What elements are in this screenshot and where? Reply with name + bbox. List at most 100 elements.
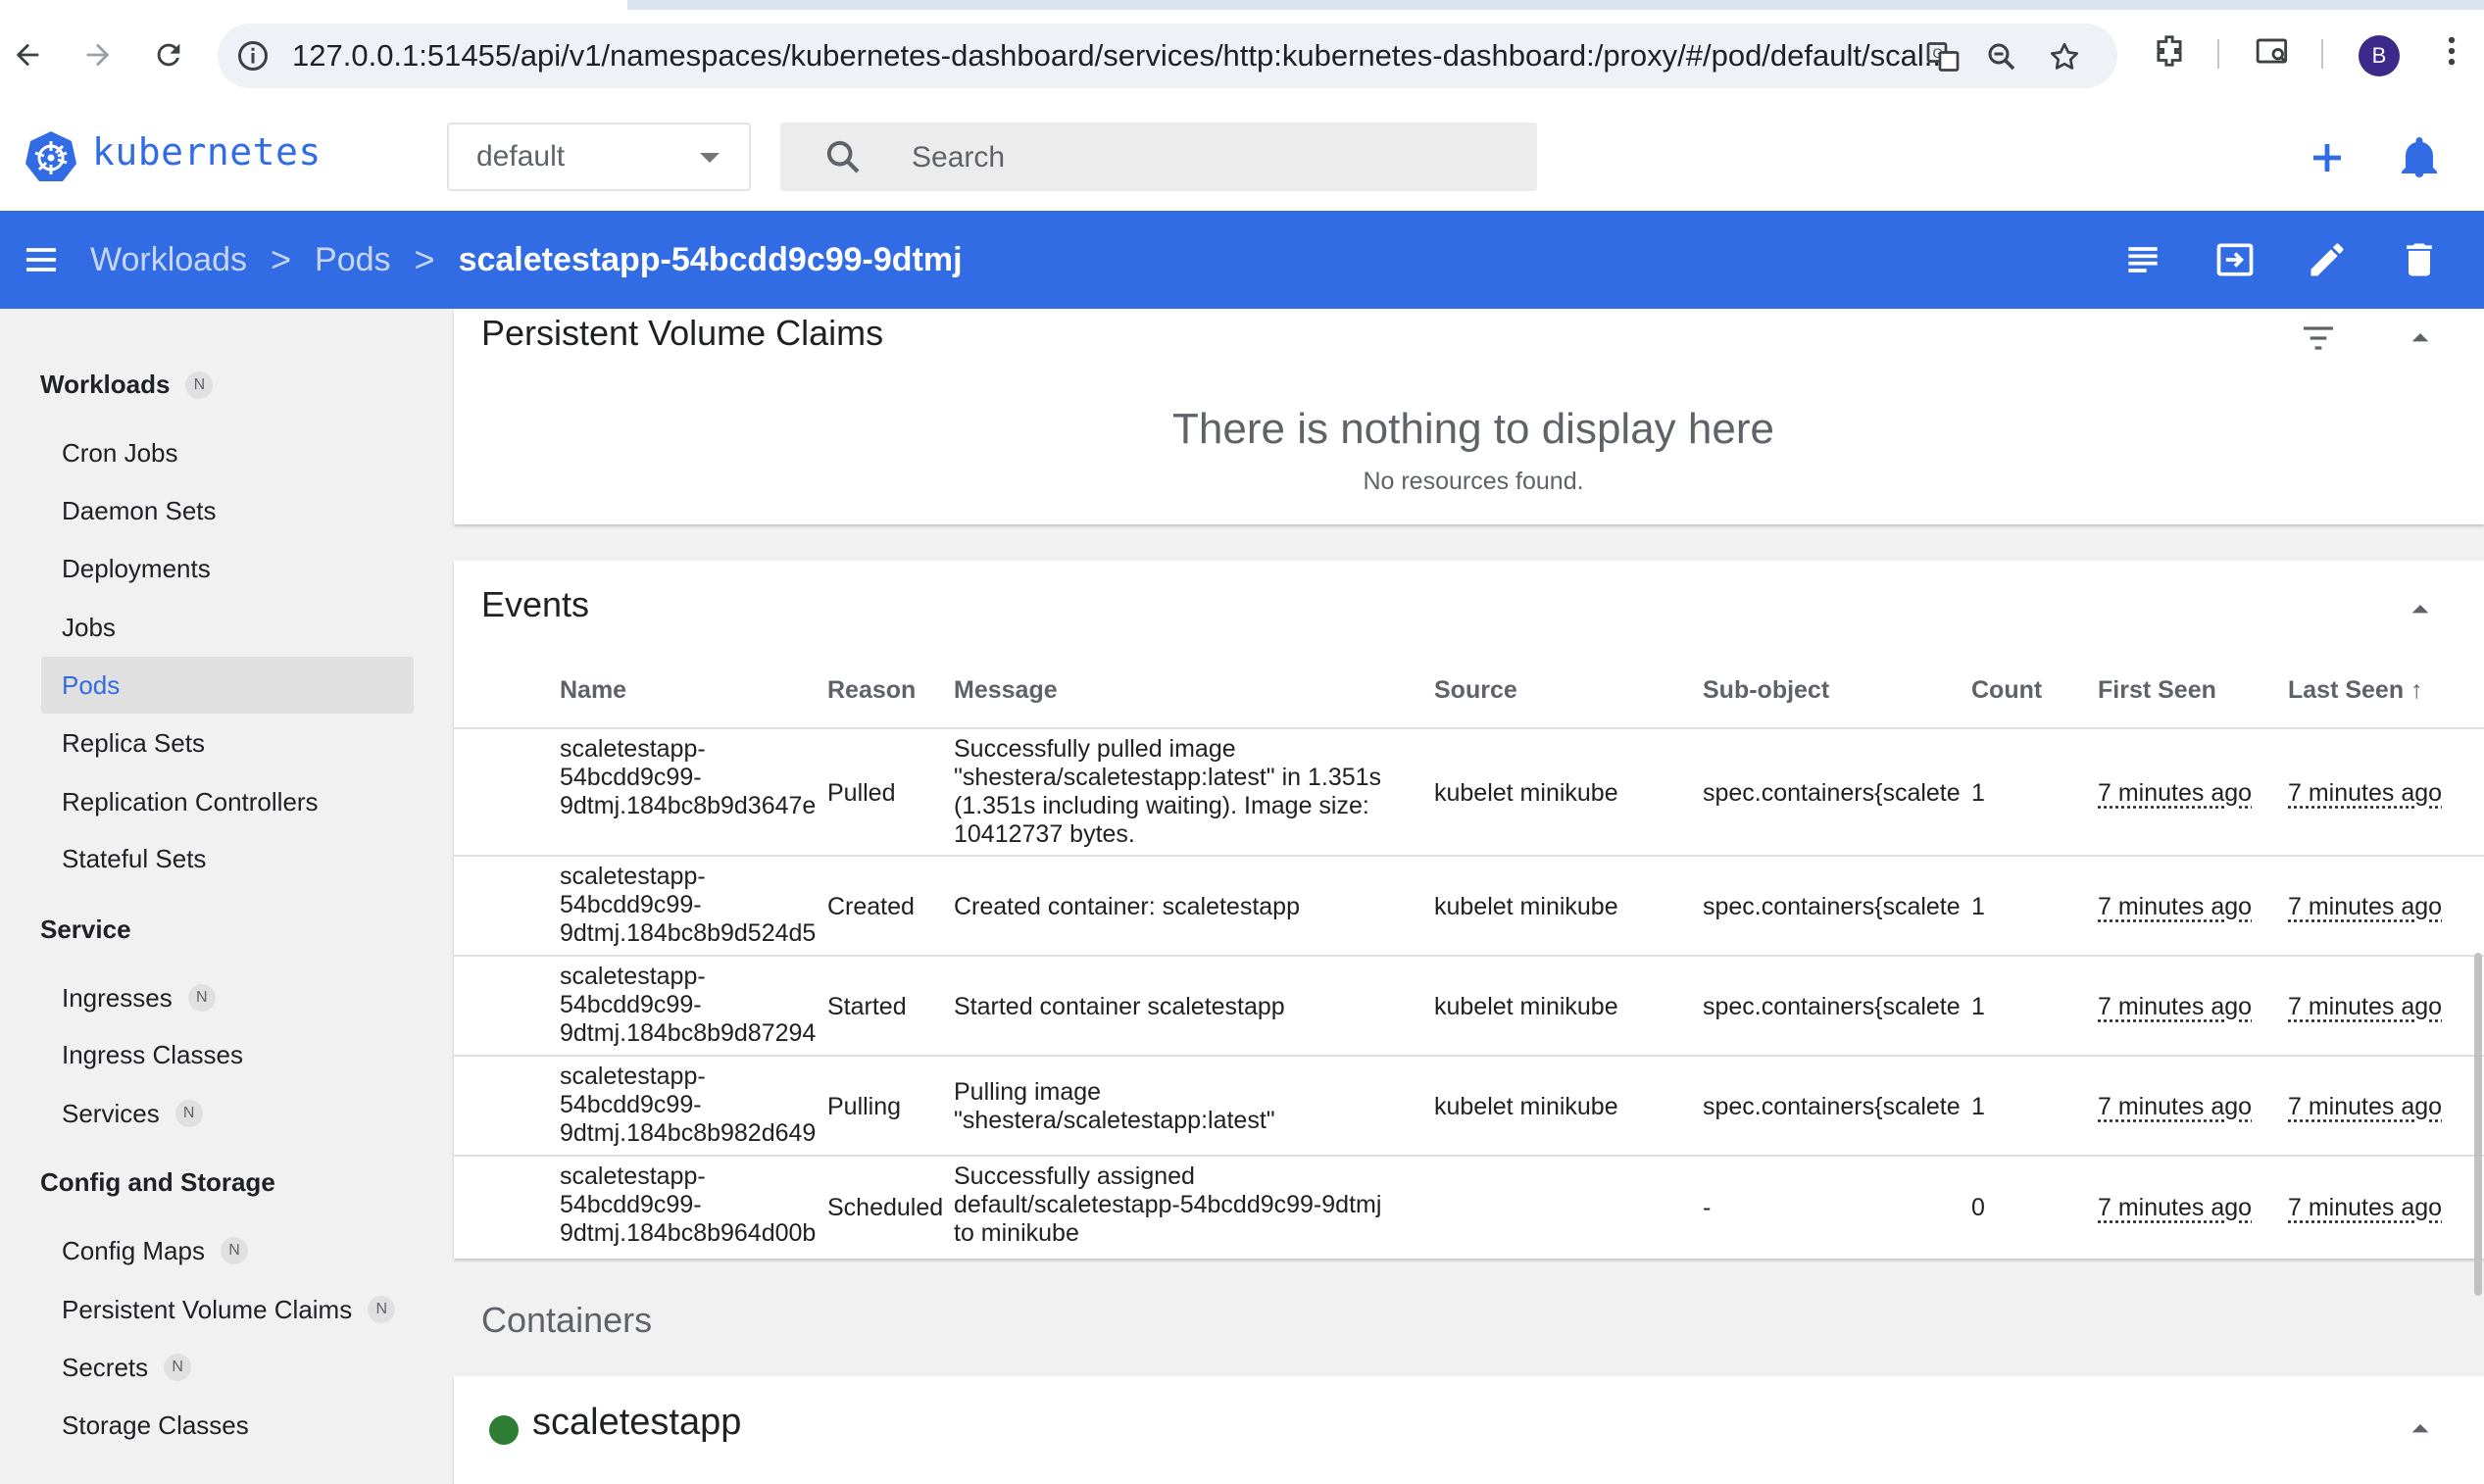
message-line: Successfully pulled image: [954, 735, 1236, 763]
event-last-seen[interactable]: 7 minutes ago: [2288, 1157, 2442, 1259]
event-name-line: 54bcdd9c99-: [560, 1191, 702, 1218]
event-name[interactable]: scaletestapp- 54bcdd9c99- 9dtmj.184bc8b9d5…: [560, 863, 816, 948]
app-header: kubernetes default: [0, 103, 2484, 211]
sidebar-item-config-maps[interactable]: Config Maps N: [41, 1222, 414, 1279]
namespaced-badge: N: [220, 1237, 248, 1264]
nav-section-label: Workloads: [40, 370, 171, 399]
event-last-seen[interactable]: 7 minutes ago: [2288, 729, 2442, 857]
kubernetes-logo-icon[interactable]: [24, 129, 78, 184]
collapse-arrow-icon[interactable]: [2401, 319, 2440, 358]
column-header-name[interactable]: Name: [560, 676, 626, 705]
event-last-seen[interactable]: 7 minutes ago: [2288, 1057, 2442, 1157]
filter-icon[interactable]: [2299, 319, 2338, 358]
breadcrumb-workloads[interactable]: Workloads: [90, 241, 247, 279]
reload-icon: [157, 43, 180, 67]
column-header-first-seen[interactable]: First Seen: [2098, 676, 2216, 705]
sidebar-item-label: Replication Controllers: [62, 787, 319, 816]
event-name-line: 9dtmj.184bc8b964d00b: [560, 1219, 817, 1247]
nav-section-workloads[interactable]: Workloads N: [40, 370, 214, 400]
extensions-icon[interactable]: [2151, 32, 2188, 70]
logs-icon[interactable]: [2121, 238, 2164, 281]
breadcrumb-pods[interactable]: Pods: [315, 241, 391, 279]
event-first-seen[interactable]: 7 minutes ago: [2098, 957, 2252, 1057]
event-first-seen[interactable]: 7 minutes ago: [2098, 1057, 2252, 1157]
sidebar-item-cron-jobs[interactable]: Cron Jobs: [41, 424, 414, 481]
sort-arrow-icon: ↑: [2410, 676, 2423, 704]
profile-avatar[interactable]: B: [2359, 35, 2400, 76]
event-count: 1: [1971, 892, 1985, 920]
events-card: Events Name Reason Message Source Sub-ob…: [454, 561, 2484, 1259]
page-scrollbar[interactable]: [2474, 953, 2482, 1296]
event-count: 1: [1971, 778, 1985, 807]
url-text[interactable]: 127.0.0.1:51455/api/v1/namespaces/kubern…: [292, 24, 2135, 88]
hamburger-menu-icon[interactable]: [22, 240, 61, 279]
event-name[interactable]: scaletestapp- 54bcdd9c99- 9dtmj.184bc8b964…: [560, 1162, 816, 1248]
translate-icon[interactable]: G: [1925, 39, 1961, 74]
arrow-left-icon: [16, 43, 39, 67]
event-first-seen[interactable]: 7 minutes ago: [2098, 729, 2252, 857]
event-last-seen[interactable]: 7 minutes ago: [2288, 857, 2442, 957]
sidebar-item-label: Stateful Sets: [62, 844, 207, 873]
create-resource-icon[interactable]: [2304, 134, 2351, 181]
event-name[interactable]: scaletestapp- 54bcdd9c99- 9dtmj.184bc8b982…: [560, 1063, 816, 1148]
collapse-arrow-icon[interactable]: [2401, 1410, 2440, 1449]
notifications-bell-icon[interactable]: [2396, 134, 2443, 181]
event-last-seen[interactable]: 7 minutes ago: [2288, 957, 2442, 1057]
sidebar-item-ingress-classes[interactable]: Ingress Classes: [41, 1026, 414, 1083]
column-header-reason[interactable]: Reason: [827, 676, 916, 705]
column-header-count[interactable]: Count: [1971, 676, 2042, 705]
event-count: 1: [1971, 992, 1985, 1020]
search-bar[interactable]: [780, 123, 1537, 193]
column-header-sub-object[interactable]: Sub-object: [1703, 676, 1829, 705]
event-name[interactable]: scaletestapp- 54bcdd9c99- 9dtmj.184bc8b9d8…: [560, 963, 816, 1048]
nav-section-service[interactable]: Service: [40, 915, 131, 945]
nav-section-config-and-storage[interactable]: Config and Storage: [40, 1167, 275, 1198]
message-line: "shestera/scaletestapp:latest": [954, 1107, 1275, 1134]
sidebar-item-replica-sets[interactable]: Replica Sets: [41, 715, 414, 771]
column-header-message[interactable]: Message: [954, 676, 1058, 705]
sidebar-item-persistent-volume-claims[interactable]: Persistent Volume Claims N: [41, 1281, 414, 1338]
sidebar-item-jobs[interactable]: Jobs: [41, 599, 414, 656]
event-name[interactable]: scaletestapp- 54bcdd9c99- 9dtmj.184bc8b9d3…: [560, 735, 816, 820]
sidebar-item-stateful-sets[interactable]: Stateful Sets: [41, 830, 414, 887]
namespace-selector[interactable]: default: [447, 123, 751, 191]
table-row[interactable]: scaletestapp- 54bcdd9c99- 9dtmj.184bc8b964…: [454, 1155, 2484, 1259]
forward-button[interactable]: [71, 27, 125, 82]
brand-name[interactable]: kubernetes: [92, 130, 322, 173]
tab-search-icon[interactable]: [2255, 32, 2292, 70]
address-bar[interactable]: 127.0.0.1:51455/api/v1/namespaces/kubern…: [218, 24, 2117, 88]
sidebar-item-services[interactable]: Services N: [41, 1085, 414, 1142]
event-name-line: scaletestapp-: [560, 963, 706, 990]
edit-pencil-icon[interactable]: [2306, 238, 2349, 281]
sidebar-item-deployments[interactable]: Deployments: [41, 540, 414, 597]
zoom-icon[interactable]: [1984, 39, 2019, 74]
exec-shell-icon[interactable]: [2213, 238, 2257, 281]
search-input[interactable]: [910, 123, 1502, 193]
bookmark-star-icon[interactable]: [2047, 39, 2082, 74]
card-title: Persistent Volume Claims: [481, 313, 884, 353]
site-info-icon[interactable]: [235, 38, 271, 74]
sidebar-item-ingresses[interactable]: Ingresses N: [41, 969, 414, 1026]
search-icon: [826, 140, 860, 173]
event-first-seen[interactable]: 7 minutes ago: [2098, 857, 2252, 957]
reload-button[interactable]: [141, 27, 196, 82]
back-button[interactable]: [0, 27, 55, 82]
active-tab[interactable]: [0, 0, 627, 10]
sidebar-item-storage-classes[interactable]: Storage Classes: [41, 1397, 414, 1454]
table-row[interactable]: scaletestapp- 54bcdd9c99- 9dtmj.184bc8b9d3…: [454, 727, 2484, 857]
namespaced-badge: N: [368, 1296, 396, 1323]
sidebar-item-daemon-sets[interactable]: Daemon Sets: [41, 482, 414, 539]
delete-trash-icon[interactable]: [2398, 238, 2441, 281]
table-row[interactable]: scaletestapp- 54bcdd9c99- 9dtmj.184bc8b982…: [454, 1055, 2484, 1157]
collapse-arrow-icon[interactable]: [2401, 590, 2440, 629]
kebab-menu-icon[interactable]: [2433, 32, 2470, 70]
event-first-seen[interactable]: 7 minutes ago: [2098, 1157, 2252, 1259]
sidebar-item-pods[interactable]: Pods: [41, 657, 414, 714]
breadcrumb-current-pod: scaletestapp-54bcdd9c99-9dtmj: [458, 240, 963, 278]
sidebar-item-secrets[interactable]: Secrets N: [41, 1339, 414, 1396]
sidebar-item-replication-controllers[interactable]: Replication Controllers: [41, 773, 414, 830]
column-header-source[interactable]: Source: [1434, 676, 1517, 705]
table-row[interactable]: scaletestapp- 54bcdd9c99- 9dtmj.184bc8b9d8…: [454, 955, 2484, 1057]
table-row[interactable]: scaletestapp- 54bcdd9c99- 9dtmj.184bc8b9d5…: [454, 855, 2484, 957]
column-header-last-seen[interactable]: Last Seen ↑: [2288, 676, 2423, 705]
